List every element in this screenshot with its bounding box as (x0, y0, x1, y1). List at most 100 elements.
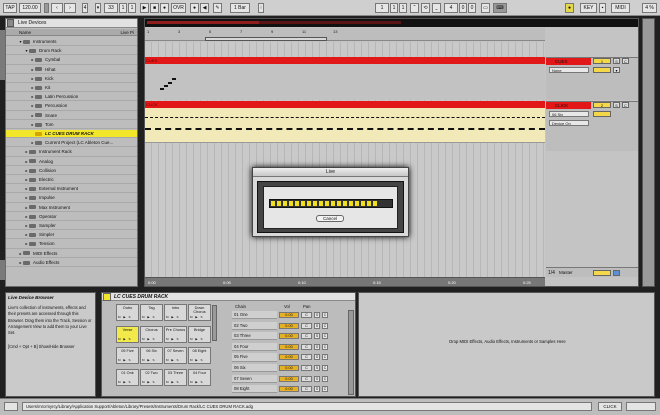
drum-pad[interactable]: 02 Two M ▶ S (140, 368, 163, 386)
pad-mute-play-solo-buttons[interactable]: M ▶ S (190, 315, 210, 319)
chain-volume[interactable]: 0.00 (279, 333, 299, 340)
drum-pad[interactable]: Pre Chorus M ▶ S (164, 325, 187, 343)
track-volume[interactable] (593, 67, 611, 73)
track-device-dropdown[interactable]: None (549, 67, 589, 73)
chain-item[interactable]: 02 Two (232, 321, 277, 330)
browser-item[interactable]: ▸ Analog (6, 158, 137, 166)
pad-mute-play-solo-buttons[interactable]: M ▶ S (166, 358, 186, 362)
chain-volume[interactable]: 0.00 (279, 343, 299, 350)
chain-pan[interactable]: C (301, 333, 312, 340)
chain-pan[interactable]: C (301, 343, 312, 350)
automation-arm-button[interactable]: ● (190, 3, 199, 13)
automation-line[interactable] (145, 117, 545, 118)
browser-item[interactable]: ▸ MIDI Effects (6, 250, 137, 258)
loop-start-beat-field[interactable]: 1 (390, 3, 398, 13)
status-track-name[interactable]: CLICK (598, 402, 622, 411)
browser-item[interactable]: ▸ Simpler (6, 231, 137, 240)
browser-item[interactable]: ▸ Collision (6, 167, 137, 176)
pad-mute-play-solo-buttons[interactable]: M ▶ S (118, 337, 138, 341)
pad-mute-play-solo-buttons[interactable]: M ▶ S (166, 337, 186, 341)
solo-button[interactable]: S (613, 58, 620, 64)
pad-mute-play-solo-buttons[interactable]: M ▶ S (166, 315, 186, 319)
chain-item[interactable]: 07 Seven (232, 374, 277, 383)
chain-volume[interactable]: 0.00 (279, 354, 299, 361)
pad-mute-play-solo-buttons[interactable]: M ▶ S (190, 358, 210, 362)
chain-solo-button[interactable]: S (314, 312, 320, 318)
chain-solo-button[interactable]: S (314, 343, 320, 350)
chain-item[interactable]: 04 Four (232, 342, 277, 352)
chain-hot-swap-button[interactable]: C (322, 333, 328, 340)
quantize-menu[interactable]: 1 Bar (230, 3, 250, 13)
browser-item[interactable]: ▸ Operator (6, 213, 137, 222)
chain-hot-swap-button[interactable]: C (322, 343, 328, 350)
track-header-cues[interactable]: CUES 1 S C None ▾ (546, 57, 638, 100)
solo-button[interactable]: S (613, 102, 620, 108)
track-activator[interactable]: 2 (593, 102, 611, 108)
arm-button[interactable]: C (622, 58, 629, 64)
browser-item[interactable]: ▸ Kit (6, 84, 137, 93)
chain-solo-button[interactable]: S (314, 333, 320, 340)
browser-item[interactable]: ▸ Sampler (6, 222, 137, 231)
expand-icon[interactable]: ▾ (613, 67, 620, 73)
browser-item[interactable]: ▸ Current Project (LC Ableton Cue... (6, 139, 137, 148)
midi-note[interactable] (172, 78, 176, 80)
chain-volume[interactable]: 0.00 (279, 386, 299, 393)
detail-view-toggle-icon[interactable] (626, 402, 656, 411)
chain-solo-button[interactable]: S (314, 375, 320, 382)
chain-item[interactable]: 01 One (232, 311, 277, 320)
browser-item[interactable]: ▸ Latin Percussion (6, 93, 137, 102)
arrangement-overview[interactable] (145, 19, 638, 27)
browser-item[interactable]: ▸ Instrument Rack (6, 148, 137, 157)
cancel-button[interactable]: Cancel (316, 215, 344, 222)
loop-start-sixteenth-field[interactable]: 1 (399, 3, 407, 13)
browser-item[interactable]: ▾ Instruments (6, 38, 137, 47)
chain-volume[interactable]: 0.00 (279, 312, 299, 318)
record-button[interactable]: ● (160, 3, 169, 13)
automation-line[interactable] (145, 128, 545, 130)
chain-item[interactable]: 03 Three (232, 332, 277, 341)
loop-brace[interactable] (205, 37, 327, 41)
punch-in-button[interactable]: ⎴ (410, 3, 419, 13)
chain-solo-button[interactable]: S (314, 322, 320, 329)
computer-midi-keyboard-icon[interactable]: ⌨ (493, 3, 507, 13)
clip-cues-header[interactable]: CUES (145, 57, 545, 64)
time-ruler[interactable]: 0:00 0:05 0:10 0:15 0:20 0:25 (145, 277, 545, 286)
midi-note[interactable] (168, 82, 172, 84)
loop-length-sixteenth-field[interactable]: 0 (468, 3, 476, 13)
browser-item[interactable]: ▸ Audio Effects (6, 259, 137, 268)
drum-pad[interactable]: Intro M ▶ S (164, 304, 187, 321)
chain-pan[interactable]: C (301, 386, 312, 393)
draw-mode-icon[interactable]: ✎ (213, 3, 222, 13)
browser-chooser-strip[interactable] (0, 30, 5, 80)
arrangement-track-lanes[interactable]: CUES CLICK (145, 42, 545, 277)
pad-mute-play-solo-buttons[interactable]: M ▶ S (118, 315, 138, 319)
browser-item[interactable]: ▸ Impulse (6, 194, 137, 203)
drum-pad[interactable]: Outro M ▶ S (116, 304, 139, 321)
drum-pad[interactable]: 05 Five M ▶ S (116, 347, 139, 364)
track-name-cues[interactable]: CUES (546, 58, 591, 65)
chain-solo-button[interactable]: S (314, 386, 320, 393)
key-map-button[interactable]: KEY (580, 3, 597, 13)
master-track-header[interactable]: 1/4 Master (546, 267, 638, 277)
track-volume[interactable] (593, 111, 611, 117)
clip-cues-body[interactable] (145, 64, 545, 100)
browser-item[interactable]: LC CUES DRUM RACK (6, 130, 137, 139)
loop-switch-button[interactable]: ⟲ (421, 3, 430, 13)
play-button[interactable]: ▶ (140, 3, 149, 13)
drum-pad[interactable]: Chorus M ▶ S (140, 325, 163, 343)
chain-hot-swap-button[interactable]: C (322, 312, 328, 318)
track-header-click[interactable]: CLICK 2 S C 06 Six Device On (546, 101, 638, 151)
chain-hot-swap-button[interactable]: C (322, 322, 328, 329)
device-on-dropdown[interactable]: Device On (549, 120, 589, 126)
clip-click-body[interactable] (145, 108, 545, 142)
back-to-arrangement-button[interactable]: ◀ (200, 3, 209, 13)
track-activator[interactable]: 1 (593, 58, 611, 64)
chain-pan[interactable]: C (301, 354, 312, 361)
browser-item[interactable]: ▸ Kick (6, 75, 137, 84)
browser-expand-button[interactable] (0, 260, 5, 280)
drum-pad[interactable]: Tag M ▶ S (140, 304, 163, 321)
browser-item[interactable]: ▸ Hihat (6, 66, 137, 74)
chain-list-scrollbar[interactable] (348, 310, 354, 395)
drum-rack-title[interactable]: LC CUES DRUM RACK (102, 293, 355, 301)
tempo-field[interactable]: 120.00 (19, 3, 41, 13)
